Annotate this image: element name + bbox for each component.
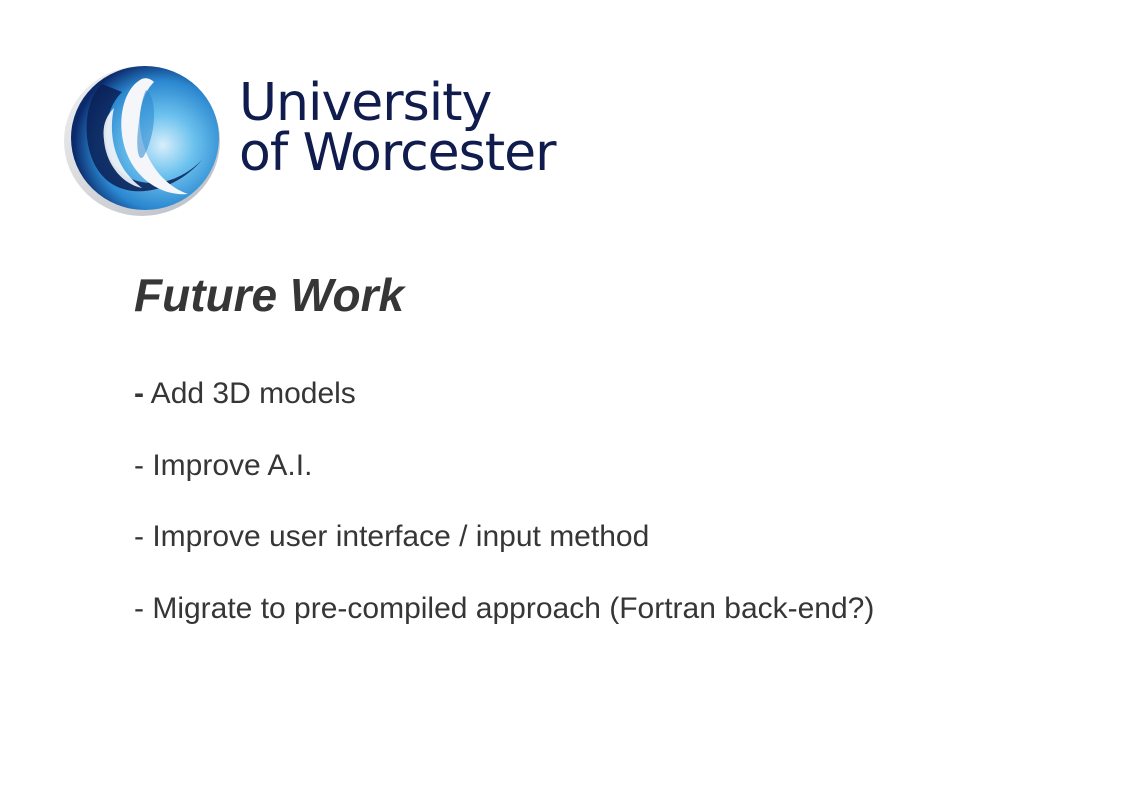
bullet-text: Improve user interface / input method — [144, 520, 650, 553]
university-name-line2: of Worcester — [239, 123, 557, 183]
bullet-item: - Add 3D models — [134, 374, 874, 446]
bullet-text: Migrate to pre-compiled approach (Fortra… — [144, 591, 875, 625]
bullet-item: - Migrate to pre-compiled approach (Fort… — [134, 589, 874, 661]
bullet-text: Add 3D models — [144, 377, 356, 410]
university-of-worcester-emblem-icon — [64, 66, 220, 216]
bullet-text: Improve A.I. — [144, 448, 313, 482]
bullet-item: - Improve user interface / input method — [134, 517, 874, 589]
bullet-list: - Add 3D models - Improve A.I. - Improve… — [134, 374, 874, 660]
bullet-dash: - — [134, 377, 144, 410]
bullet-dash: - — [134, 520, 144, 553]
university-name-line1: University — [239, 73, 492, 133]
university-logo: University of Worcester — [62, 64, 582, 219]
bullet-item: - Improve A.I. — [134, 446, 874, 518]
bullet-dash: - — [134, 591, 144, 625]
slide-title: Future Work — [134, 269, 405, 321]
bullet-dash: - — [134, 448, 144, 482]
university-name: University of Worcester — [239, 73, 557, 183]
